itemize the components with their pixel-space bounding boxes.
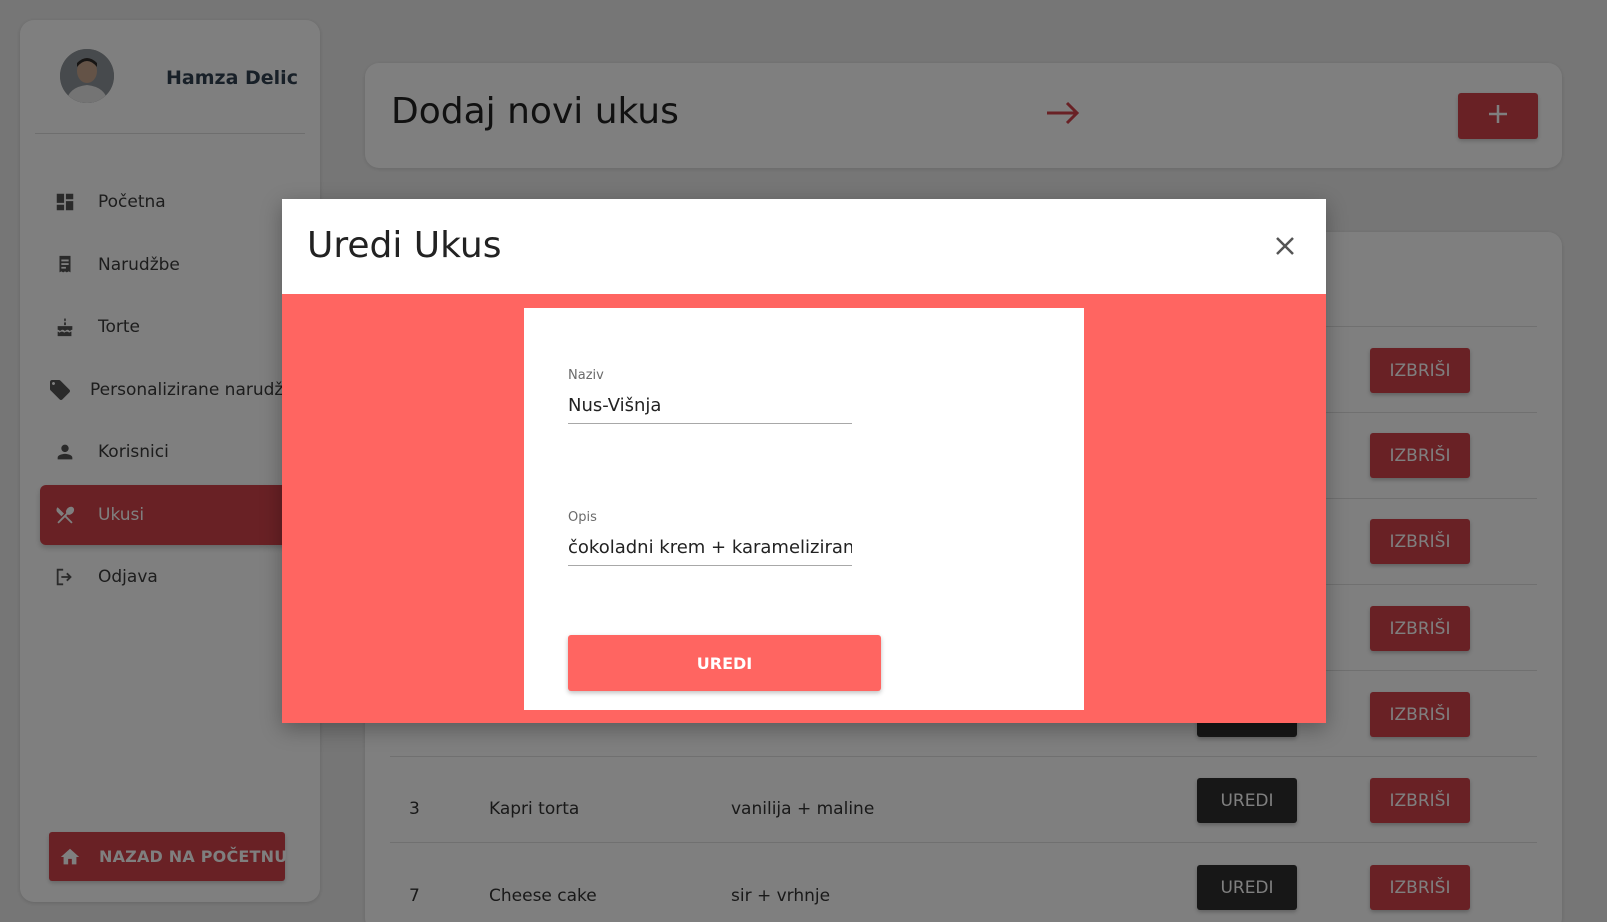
submit-edit-button[interactable]: UREDI <box>568 635 881 691</box>
edit-form: Naziv Opis UREDI <box>524 308 1084 710</box>
name-label: Naziv <box>568 368 604 383</box>
close-icon[interactable] <box>1272 233 1298 259</box>
edit-flavor-modal: Uredi Ukus Naziv Opis UREDI <box>282 199 1326 723</box>
modal-header: Uredi Ukus <box>282 199 1326 294</box>
description-field[interactable] <box>568 530 852 566</box>
app-root: Hamza Delic Početna Narudžbe Torte <box>0 0 1607 922</box>
description-label: Opis <box>568 510 597 525</box>
modal-title: Uredi Ukus <box>307 225 502 266</box>
name-field[interactable] <box>568 388 852 424</box>
